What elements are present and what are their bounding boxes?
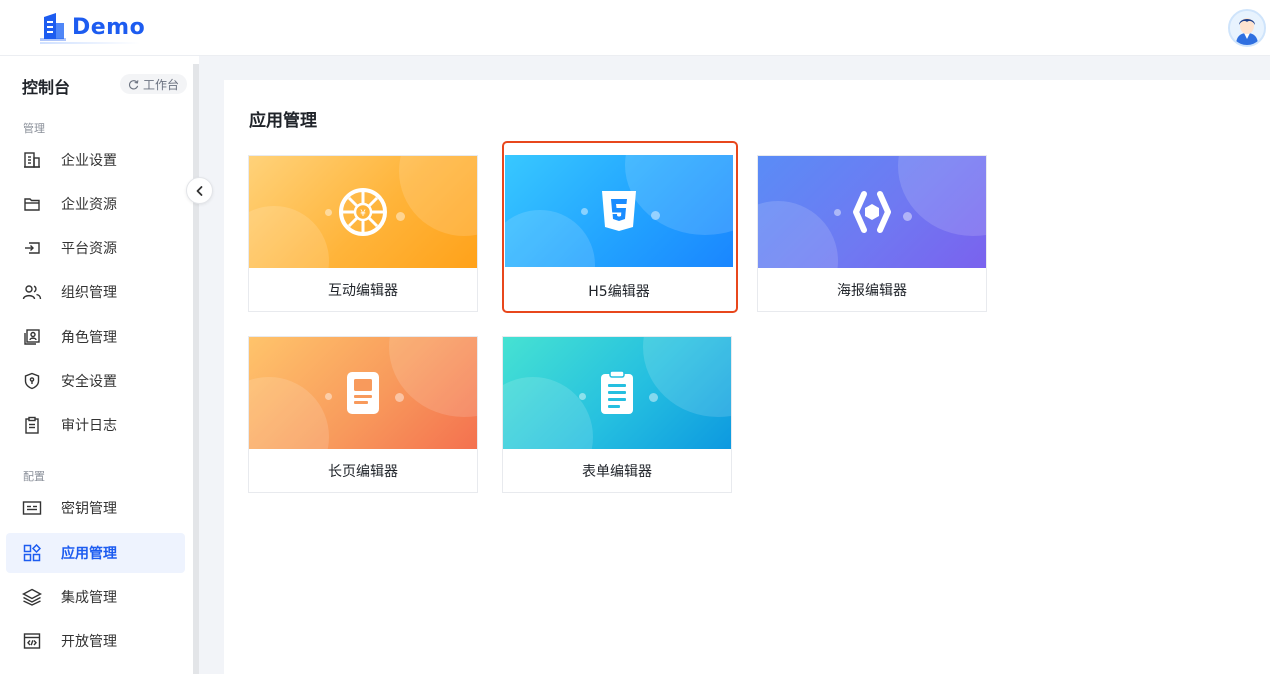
card-label: H5编辑器: [588, 283, 650, 300]
sidebar-item-label: 角色管理: [61, 330, 117, 346]
sidebar-header: 控制台 工作台: [22, 72, 187, 98]
card-label: 表单编辑器: [582, 463, 652, 480]
folder-icon: [22, 194, 42, 214]
group-label-config: 配置: [23, 470, 45, 483]
wheel-icon: ¥: [338, 187, 388, 237]
workbench-label: 工作台: [142, 77, 179, 92]
hexagon-code-icon: [848, 190, 896, 234]
layers-icon: [22, 587, 42, 607]
card-label: 长页编辑器: [328, 463, 398, 480]
sidebar-item-enterprise-resources[interactable]: 企业资源: [6, 184, 185, 224]
sidebar-item-security[interactable]: 安全设置: [6, 361, 185, 401]
page-title: 应用管理: [249, 111, 317, 131]
sidebar-item-app-management[interactable]: 应用管理: [6, 533, 185, 573]
logo-underline: [40, 42, 140, 44]
sidebar-item-label: 平台资源: [61, 241, 117, 257]
card-label: 海报编辑器: [837, 282, 907, 299]
sidebar-item-label: 企业资源: [61, 197, 117, 213]
document-icon: [345, 370, 381, 416]
sidebar-item-label: 集成管理: [61, 590, 117, 606]
building-icon: [22, 150, 42, 170]
sidebar-item-audit-log[interactable]: 审计日志: [6, 405, 185, 445]
svg-text:¥: ¥: [360, 209, 366, 219]
card-banner: ¥: [249, 156, 477, 268]
sidebar-item-roles[interactable]: 角色管理: [6, 317, 185, 357]
sidebar-item-label: 审计日志: [61, 418, 117, 434]
workbench-button[interactable]: 工作台: [119, 74, 187, 94]
apps-grid-icon: [22, 543, 42, 563]
avatar-person-icon: [1230, 11, 1264, 45]
app-card-form-editor[interactable]: 表单编辑器: [502, 336, 732, 493]
chevron-left-icon: [196, 185, 202, 196]
card-label: 互动编辑器: [328, 282, 398, 299]
logo-text: Demo: [72, 14, 146, 40]
user-card-icon: [22, 327, 42, 347]
sidebar-title: 控制台: [22, 78, 71, 97]
sidebar-item-label: 应用管理: [61, 546, 117, 562]
sidebar-item-label: 密钥管理: [61, 501, 117, 517]
card-banner: [249, 337, 477, 449]
users-icon: [22, 282, 42, 302]
code-window-icon: [22, 631, 42, 651]
sidebar-item-label: 企业设置: [61, 153, 117, 169]
sidebar-collapse-button[interactable]: [186, 177, 213, 204]
html5-icon: [600, 189, 638, 233]
sidebar: 控制台 工作台 管理 企业设置 企业资源 平台资源 组织管理 角色管理 安全设置…: [0, 56, 193, 674]
sidebar-item-label: 开放管理: [61, 634, 117, 650]
sidebar-item-label: 组织管理: [61, 285, 117, 301]
key-card-icon: [22, 498, 42, 518]
logo-building-icon: [40, 13, 66, 41]
sidebar-item-label: 安全设置: [61, 374, 117, 390]
card-banner: [503, 337, 731, 449]
app-card-interactive-editor[interactable]: ¥ 互动编辑器: [248, 155, 478, 312]
group-label-manage: 管理: [23, 122, 45, 135]
sidebar-item-integration[interactable]: 集成管理: [6, 577, 185, 617]
logo[interactable]: Demo: [40, 12, 146, 44]
top-header: Demo: [0, 0, 1270, 56]
app-card-h5-editor[interactable]: H5编辑器: [502, 141, 738, 313]
sidebar-item-platform-resources[interactable]: 平台资源: [6, 228, 185, 268]
shield-icon: [22, 371, 42, 391]
import-icon: [22, 238, 42, 258]
user-avatar[interactable]: [1228, 9, 1266, 47]
card-banner: [505, 155, 733, 267]
sidebar-item-organization[interactable]: 组织管理: [6, 272, 185, 312]
card-banner: [758, 156, 986, 268]
refresh-icon: [128, 79, 139, 89]
app-card-poster-editor[interactable]: 海报编辑器: [757, 155, 987, 312]
app-card-long-page-editor[interactable]: 长页编辑器: [248, 336, 478, 493]
form-clipboard-icon: [599, 370, 635, 416]
sidebar-item-enterprise-settings[interactable]: 企业设置: [6, 140, 185, 180]
sidebar-item-keys[interactable]: 密钥管理: [6, 488, 185, 528]
sidebar-item-open-platform[interactable]: 开放管理: [6, 621, 185, 661]
clipboard-icon: [22, 415, 42, 435]
